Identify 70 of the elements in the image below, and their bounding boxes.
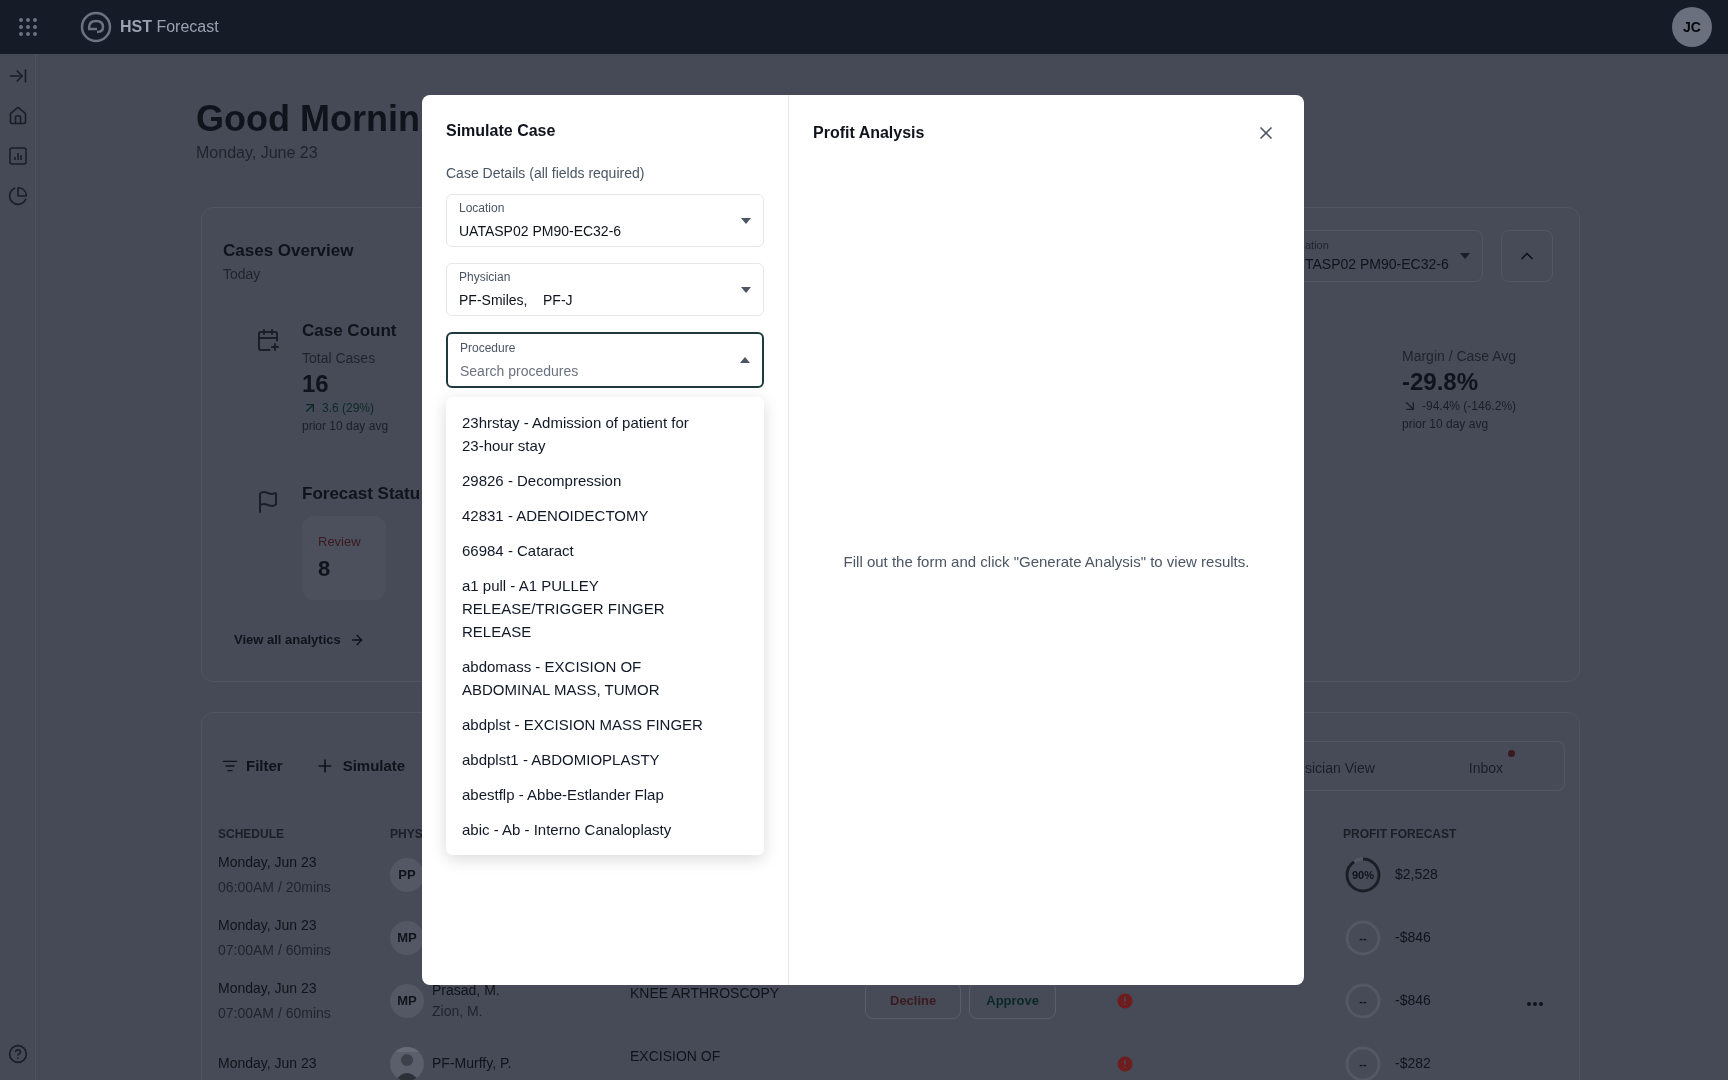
search-field[interactable]: Procedure Search procedures (446, 332, 764, 388)
user-avatar[interactable]: JC (1672, 7, 1712, 47)
expand-sidebar-icon[interactable] (7, 66, 28, 86)
section-label: Case Details (all fields required) (446, 164, 646, 183)
option-item[interactable]: abdplst1 - ABDOMIOPLASTY (446, 742, 764, 777)
filter-icon (222, 758, 238, 774)
caret-up-icon (740, 357, 750, 363)
card-title: Cases Overview (223, 240, 354, 262)
field-value: PF-Smiles, PF-J (459, 291, 573, 310)
collapse-button[interactable] (1501, 230, 1553, 282)
select-value: TASP02 PM90-EC32-6 (1305, 254, 1449, 274)
option-item[interactable]: abic - Ab - Interno Canaloplasty (446, 812, 764, 847)
caret-down-icon (741, 217, 751, 224)
avatar-initials: MP (390, 983, 424, 1018)
profit-value: -$846 (1395, 928, 1431, 947)
caret-icon (1460, 253, 1470, 259)
analysis-title: Profit Analysis (813, 123, 925, 143)
procedure-name: EXCISION OF (630, 1048, 721, 1064)
search-input[interactable]: Search procedures (460, 360, 630, 382)
metric-value: -29.8% (1402, 367, 1480, 397)
metric-title: Case Count (302, 320, 397, 342)
tile-label: Review (318, 533, 362, 551)
procedure-name: KNEE ARTHROSCOPY (630, 985, 780, 1001)
metric-title: Forecast Statu (302, 483, 421, 505)
schedule-date: Monday, Jun 23 (218, 915, 318, 935)
pie-chart-icon[interactable] (7, 186, 28, 206)
bar-chart-icon[interactable] (7, 146, 28, 166)
schedule-date: Monday, Jun 23 (218, 852, 318, 872)
app-title: HST Forecast (120, 17, 219, 37)
option-item[interactable]: 29826 - Decompression (446, 463, 764, 498)
caret-down-icon (741, 286, 751, 293)
field-label: Location (459, 200, 505, 217)
field-label: Procedure (460, 339, 516, 357)
option-item[interactable]: 66984 - Cataract (446, 533, 764, 568)
profit-value: -$846 (1395, 991, 1431, 1010)
option-item[interactable]: abdplst - EXCISION MASS FINGER (446, 707, 764, 742)
select-field[interactable]: Physician PF-Smiles, PF-J (446, 263, 764, 316)
more-icon (1527, 1001, 1543, 1006)
option-item[interactable]: 23hrstay - Admission of patient for 23-hour stay (446, 405, 764, 463)
option-item[interactable]: 42831 - ADENOIDECTOMY (446, 498, 764, 533)
greeting-title: Good Mornin (196, 97, 420, 141)
ring-label: -- (1359, 995, 1367, 1006)
option-item[interactable]: a1 pull - A1 PULLEY RELEASE/TRIGGER FINGER RELEASE (446, 568, 764, 649)
profit-value: -$282 (1395, 1054, 1431, 1073)
app-grid-icon[interactable] (16, 15, 40, 39)
avatar-initials: MP (390, 920, 424, 955)
empty-message: Fill out the form and click "Generate Analysis" to view results. (842, 552, 1251, 572)
schedule-date: Monday, Jun 23 (218, 978, 318, 998)
option-item[interactable]: abdomass - EXCISION OF ABDOMINAL MASS, TUMOR (446, 649, 764, 707)
physician-name: PF-Murffy, P. (432, 1054, 512, 1073)
option-item[interactable]: abestflp - Abbe-Estlander Flap (446, 777, 764, 812)
ring-label: -- (1359, 1058, 1367, 1069)
avatar-initials: PP (390, 857, 424, 892)
select-field[interactable]: Location UATASP02 PM90-EC32-6 (446, 194, 764, 247)
logo-icon (80, 11, 112, 43)
calendar-plus-icon (256, 328, 280, 352)
profit-value: $2,528 (1395, 865, 1438, 884)
ring-label: -- (1359, 932, 1367, 943)
ring-label: 90% (1352, 869, 1374, 880)
home-icon[interactable] (7, 106, 28, 126)
physician-name: Prasad, M. (432, 980, 500, 1000)
field-label: Physician (459, 269, 511, 286)
field-value: UATASP02 PM90-EC32-6 (459, 222, 622, 241)
dialog-title: Simulate Case (446, 121, 557, 141)
flag-icon (256, 490, 280, 514)
help-icon[interactable] (7, 1044, 28, 1064)
metric-value: 16 (302, 368, 330, 399)
trend-change: 3.6 (29%) (322, 399, 375, 417)
tile-value: 8 (318, 554, 332, 583)
schedule-date: Monday, Jun 23 (218, 1054, 318, 1073)
